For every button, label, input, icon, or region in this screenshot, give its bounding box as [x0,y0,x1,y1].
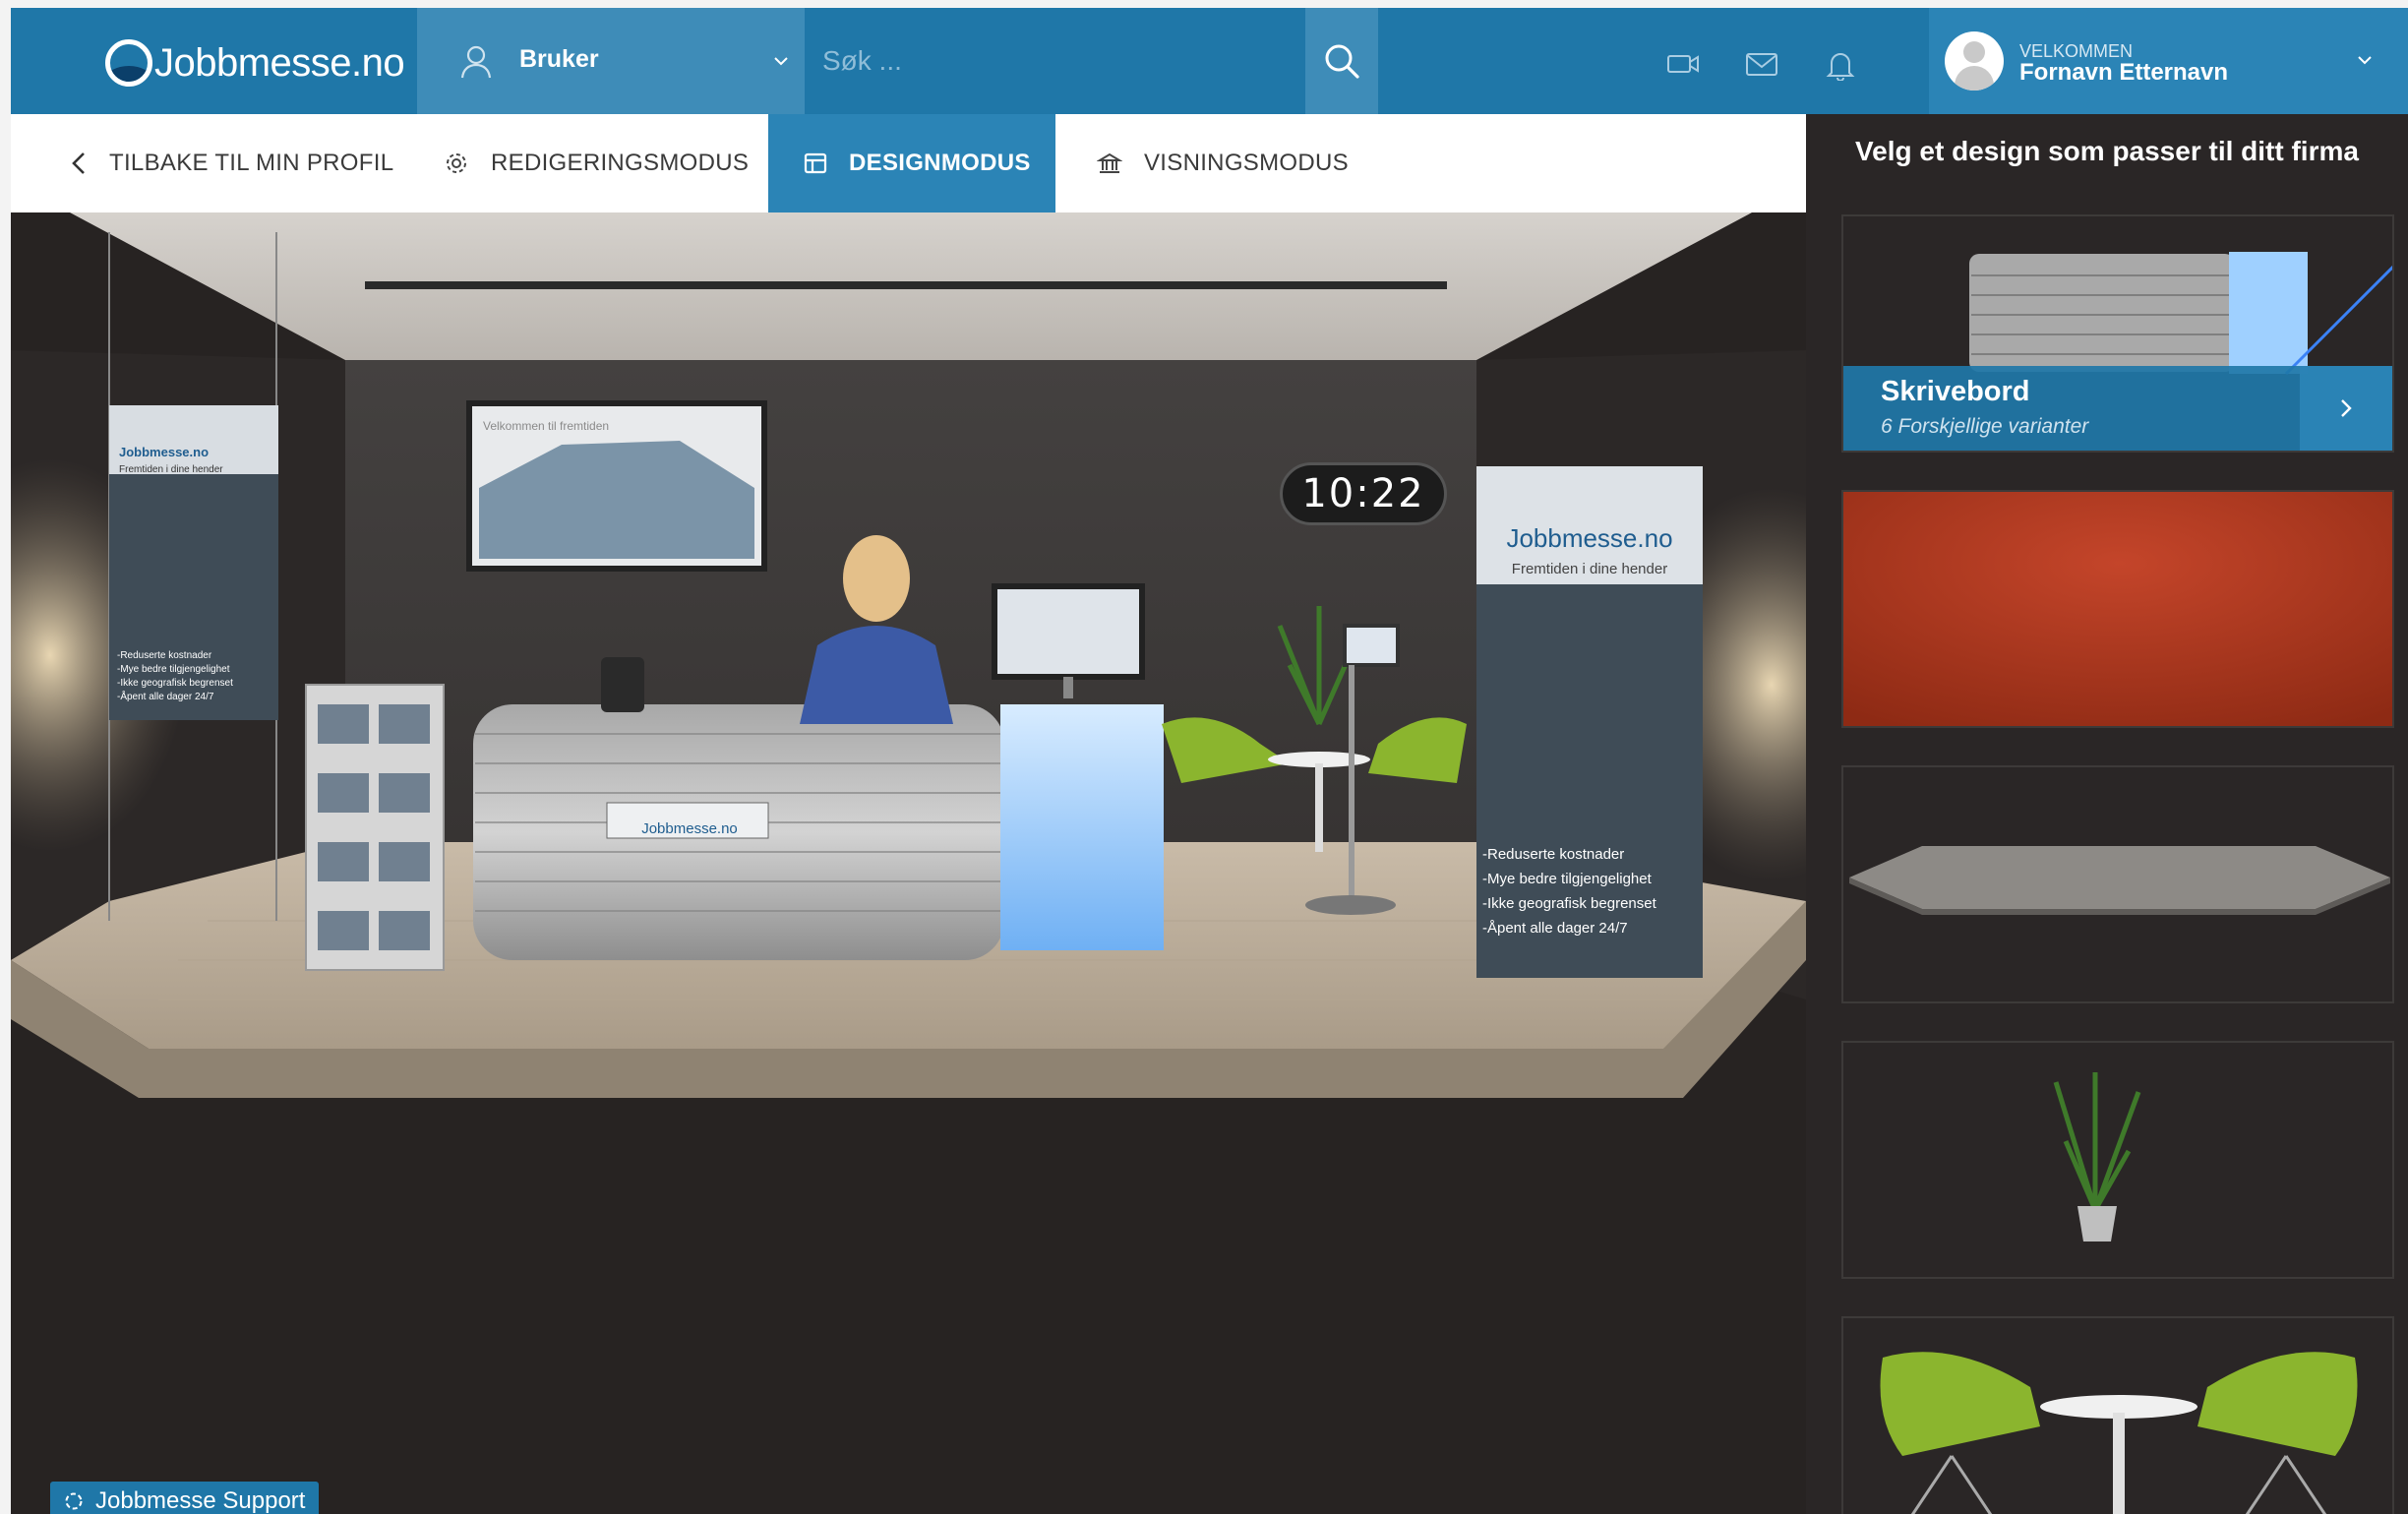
card-subtitle: 6 Forskjellige varianter [1881,415,2089,438]
bell-icon[interactable] [1824,49,1857,81]
tab-design-mode[interactable]: DESIGNMODUS [768,114,1055,212]
panel-title: Velg et design som passer til ditt firma [1855,136,2359,166]
card-open-button[interactable] [2300,366,2392,451]
support-chat-button[interactable]: Jobbmesse Support [50,1482,320,1514]
top-navbar: Jobbmesse.no Bruker VELKOMMEN Fornavn Et… [11,8,2408,114]
logo-globe-icon [105,39,152,87]
tab-edit-mode[interactable]: REDIGERINGSMODUS [444,114,749,212]
chevron-down-icon [774,57,788,66]
mode-bar: TILBAKE TIL MIN PROFIL REDIGERINGSMODUS … [11,114,1806,212]
right-banner-points: -Reduserte kostnader -Mye bedre tilgjeng… [1482,846,1656,937]
mail-icon[interactable] [1745,51,1778,77]
chevron-down-icon [2358,56,2372,65]
bank-icon [1097,152,1122,173]
gear-icon [447,153,466,173]
tab-design-mode-label: DESIGNMODUS [849,150,1031,176]
logo-text: Jobbmesse.no [154,40,405,85]
card-caption: Skrivebord 6 Forskjellige varianter [1843,366,2392,451]
desk-logo: Jobbmesse.no [641,820,738,837]
support-label: Jobbmesse Support [95,1487,306,1514]
chevron-left-icon [72,152,85,174]
booth-clock: 10:22 [1280,462,1447,525]
back-to-profile-link[interactable]: TILBAKE TIL MIN PROFIL [70,114,393,212]
search-icon [1325,44,1359,79]
design-panel: Velg et design som passer til ditt firma… [1806,114,2408,1514]
design-card-desk[interactable]: Skrivebord 6 Forskjellige varianter [1841,214,2394,453]
booth-3d-view[interactable]: Jobbmesse.no Fremtiden i dine hender -Re… [11,212,1806,1514]
layout-icon [804,152,827,174]
wall-color-thumbnail [1843,492,2392,726]
lifebuoy-icon [65,1492,83,1510]
left-banner-logo: Jobbmesse.no [119,445,210,459]
left-banner-tagline: Fremtiden i dine hender [119,464,223,475]
lounge-thumbnail [1843,1318,2392,1514]
search-input[interactable] [822,37,1294,85]
search-button[interactable] [1305,8,1378,114]
design-card-wall-color[interactable] [1841,490,2394,728]
tv-screen-text: Velkommen til fremtiden [483,419,610,433]
user-type-dropdown[interactable]: Bruker [417,8,805,114]
design-card-floor[interactable] [1841,765,2394,1003]
logo[interactable]: Jobbmesse.no [105,35,405,91]
design-card-lounge[interactable] [1841,1316,2394,1514]
floor-thumbnail [1843,767,2392,1001]
left-banner-points: -Reduserte kostnader -Mye bedre tilgjeng… [117,650,233,702]
tab-view-mode[interactable]: VISNINGSMODUS [1097,114,1349,212]
search-box [805,8,1316,114]
user-menu[interactable]: VELKOMMEN Fornavn Etternavn [1929,8,2408,114]
plant-thumbnail [1843,1043,2392,1277]
tab-view-mode-label: VISNINGSMODUS [1144,150,1349,176]
video-icon[interactable] [1666,51,1700,77]
app-window: Jobbmesse.no Bruker VELKOMMEN Fornavn Et… [11,8,2408,1514]
user-name: Fornavn Etternavn [2019,59,2229,86]
card-title: Skrivebord [1881,376,2030,407]
design-card-plant[interactable] [1841,1041,2394,1279]
right-banner-logo: Jobbmesse.no [1506,523,1673,553]
user-icon [460,45,492,79]
right-banner-tagline: Fremtiden i dine hender [1511,561,1668,577]
tab-edit-mode-label: REDIGERINGSMODUS [491,150,750,176]
avatar [1945,31,2004,91]
chevron-right-icon [2341,399,2352,417]
back-to-profile-label: TILBAKE TIL MIN PROFIL [109,150,394,176]
user-type-label: Bruker [519,45,599,73]
